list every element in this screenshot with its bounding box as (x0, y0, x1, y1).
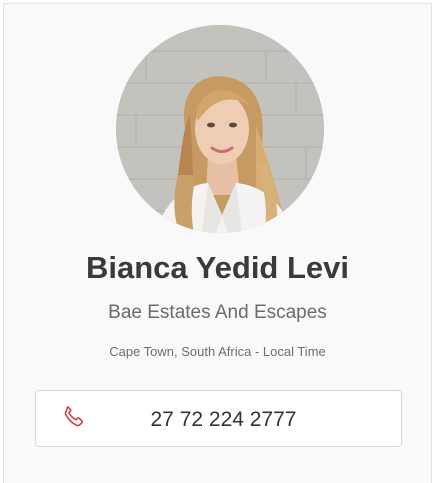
company-name: Bae Estates And Escapes (108, 302, 327, 323)
phone-number: 27 72 224 2777 (150, 408, 297, 431)
profile-photo (116, 25, 324, 233)
profile-card: Bianca Yedid Levi Bae Estates And Escape… (3, 3, 432, 483)
profile-name: Bianca Yedid Levi (85, 250, 350, 285)
call-phone-button[interactable]: 27 72 224 2777 (35, 390, 402, 447)
location-local-time: Cape Town, South Africa - Local Time (109, 344, 326, 359)
